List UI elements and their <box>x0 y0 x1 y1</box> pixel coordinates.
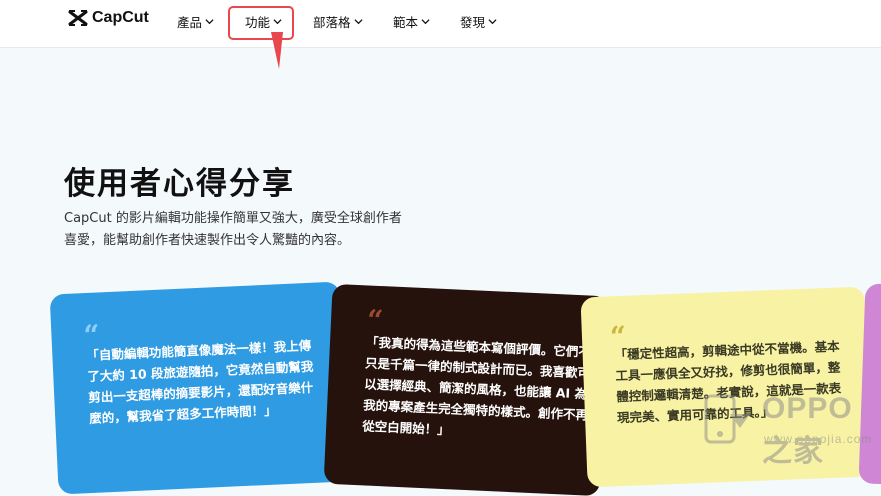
nav-discover-label: 發現 <box>460 15 486 30</box>
top-navigation-bar: CapCut 產品 功能 部落格 範本 發現 <box>0 0 881 48</box>
brand-name: CapCut <box>92 9 149 26</box>
annotation-arrow-icon <box>271 32 283 69</box>
chevron-down-icon <box>353 19 363 25</box>
nav-blog-label: 部落格 <box>313 15 351 30</box>
page-title: 使用者心得分享 <box>64 166 295 202</box>
nav-products[interactable]: 產品 <box>177 12 214 31</box>
nav-discover[interactable]: 發現 <box>460 12 497 31</box>
nav-blog[interactable]: 部落格 <box>313 12 363 31</box>
chevron-down-icon <box>488 19 497 25</box>
watermark-url: www.oppojia.com <box>764 432 873 446</box>
capcut-logo-icon <box>68 10 88 26</box>
nav-templates-label: 範本 <box>393 15 419 30</box>
nav-products-label: 產品 <box>177 15 203 30</box>
phone-logo-icon <box>704 394 750 444</box>
testimonial-text: 「我真的得為這些範本寫個評價。它們不只是千篇一律的制式設計而已。我喜歡可以選擇經… <box>361 334 592 438</box>
page-description: CapCut 的影片編輯功能操作簡單又強大，廣受全球創作者喜愛，能幫助創作者快速… <box>64 211 402 248</box>
watermark-brand: OPPO之家 <box>762 392 853 468</box>
testimonial-card: “ 「自動編輯功能簡直像魔法一樣！我上傳了大約 10 段旅遊隨拍，它竟然自動幫我… <box>49 281 349 495</box>
capcut-logo[interactable]: CapCut <box>68 9 149 27</box>
chevron-down-icon <box>421 19 430 25</box>
chevron-down-icon <box>205 19 214 25</box>
nav-templates[interactable]: 範本 <box>393 12 430 31</box>
testimonial-text: 「自動編輯功能簡直像魔法一樣！我上傳了大約 10 段旅遊隨拍，它竟然自動幫我剪出… <box>86 337 314 427</box>
testimonial-card: “ 「我真的得為這些範本寫個評價。它們不只是千篇一律的制式設計而已。我喜歡可以選… <box>323 283 609 496</box>
site-watermark: OPPO之家 www.oppojia.com <box>700 388 881 468</box>
